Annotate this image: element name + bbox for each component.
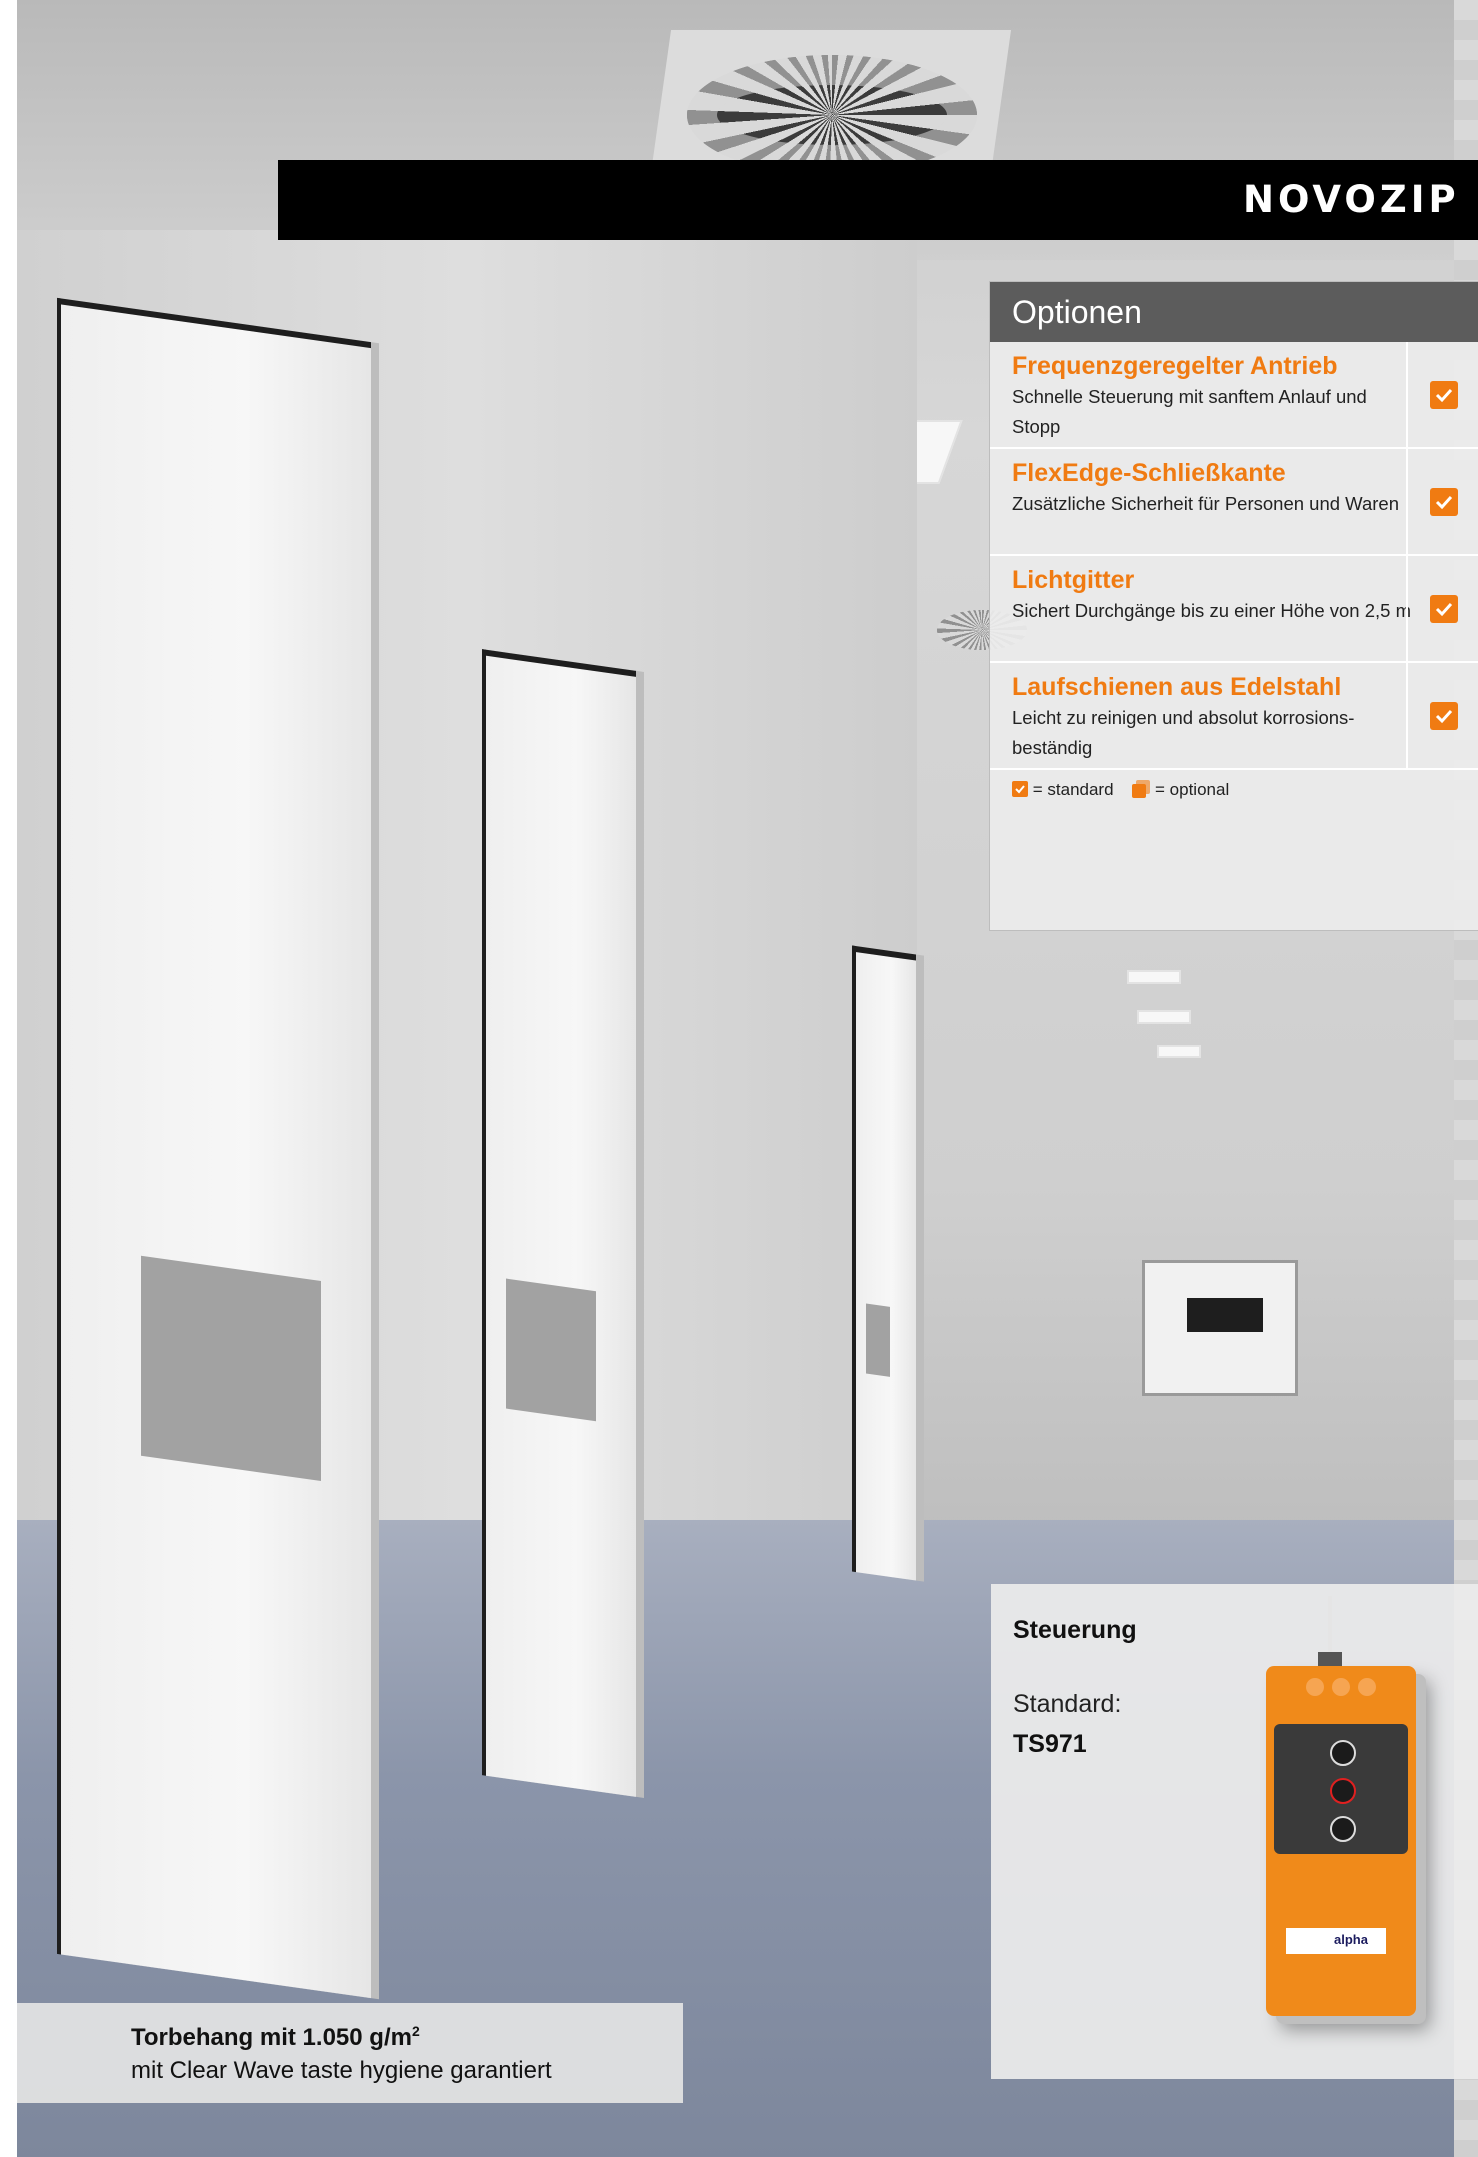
caption-title: Torbehang mit 1.050 g/m xyxy=(131,2024,412,2051)
standard-check-icon xyxy=(1430,381,1458,409)
door-window xyxy=(506,1278,596,1422)
ceiling-light xyxy=(1127,970,1181,984)
alpha-logo: alpha xyxy=(1286,1928,1386,1954)
option-row: Lichtgitter Sichert Durchgänge bis zu ei… xyxy=(990,556,1478,663)
option-row: Laufschienen aus Edelstahl Leicht zu rei… xyxy=(990,663,1478,770)
standard-check-icon xyxy=(1430,702,1458,730)
door-window xyxy=(866,1303,890,1377)
roll-door xyxy=(482,649,636,1797)
option-title: Laufschienen aus Edelstahl xyxy=(1012,673,1342,701)
ceiling-light xyxy=(1157,1045,1201,1058)
product-title: NOVOZIP xyxy=(1243,178,1460,221)
option-description: Leicht zu reinigen und absolut korrosion… xyxy=(1012,707,1355,758)
legend-standard: = standard xyxy=(1032,780,1114,799)
control-face xyxy=(1274,1724,1408,1854)
control-label: Standard: xyxy=(1013,1690,1122,1718)
option-description: Sichert Durchgänge bis zu einer Höhe von… xyxy=(1012,600,1411,621)
door-window xyxy=(141,1255,321,1482)
control-panel: Steuerung Standard: TS971 alpha xyxy=(991,1584,1478,2079)
ceiling-vent xyxy=(687,55,977,175)
standard-check-icon xyxy=(1430,595,1458,623)
roll-door xyxy=(852,945,916,1581)
control-model: TS971 xyxy=(1013,1730,1087,1758)
option-title: Frequenzgeregelter Antrieb xyxy=(1012,352,1338,380)
door-window xyxy=(1187,1298,1263,1332)
up-button-icon xyxy=(1330,1740,1356,1766)
control-unit-image: alpha xyxy=(1266,1596,1416,2016)
options-heading: Optionen xyxy=(990,282,1478,342)
down-button-icon xyxy=(1330,1816,1356,1842)
caption-superscript: 2 xyxy=(411,2023,420,2039)
optional-icon xyxy=(1132,780,1151,798)
option-title: Lichtgitter xyxy=(1012,566,1135,594)
options-legend: = standard = optional xyxy=(1012,780,1229,800)
legend-optional: = optional xyxy=(1155,780,1230,799)
option-title: FlexEdge-Schließkante xyxy=(1012,459,1286,487)
ceiling-light xyxy=(1137,1010,1191,1024)
photo-caption: Torbehang mit 1.050 g/m2 mit Clear Wave … xyxy=(17,2003,683,2103)
roll-door xyxy=(57,297,371,1999)
caption-subtitle: mit Clear Wave taste hygiene garantiert xyxy=(131,2057,552,2084)
standard-check-icon xyxy=(1430,488,1458,516)
stop-button-icon xyxy=(1330,1778,1356,1804)
option-description: Zusätzliche Sicherheit für Personen und … xyxy=(1012,493,1399,514)
header-band: NOVOZIP xyxy=(278,160,1478,240)
standard-check-icon xyxy=(1012,781,1028,797)
option-description: Schnelle Steuerung mit sanftem Anlauf un… xyxy=(1012,386,1367,437)
option-row: Frequenzgeregelter Antrieb Schnelle Steu… xyxy=(990,342,1478,449)
options-panel: Optionen Frequenzgeregelter Antrieb Schn… xyxy=(989,281,1478,931)
end-door xyxy=(1142,1260,1298,1396)
option-row: FlexEdge-Schließkante Zusätzliche Sicher… xyxy=(990,449,1478,556)
control-title: Steuerung xyxy=(1013,1616,1137,1644)
